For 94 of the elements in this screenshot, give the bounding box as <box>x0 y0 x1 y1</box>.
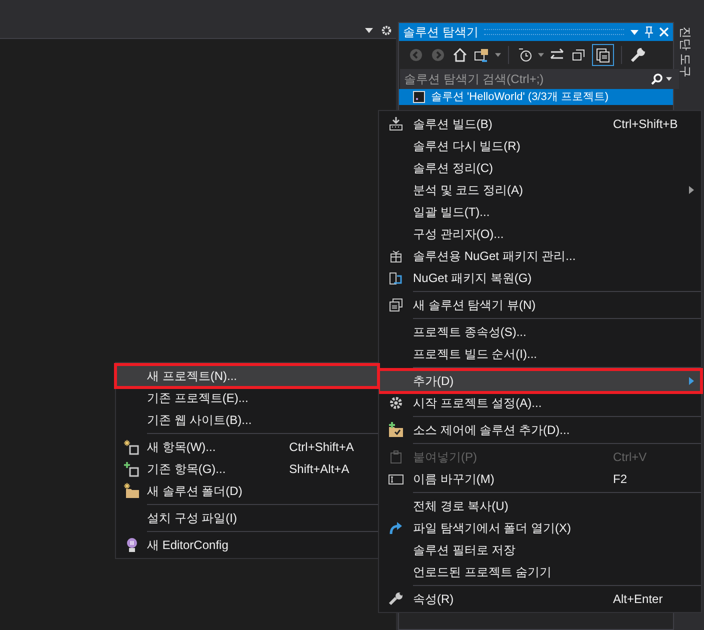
shortcut-text: Alt+Enter <box>613 592 663 606</box>
menu-item[interactable]: 설치 구성 파일(I) <box>116 507 378 529</box>
menu-item-label: 기존 웹 사이트(B)... <box>147 412 253 429</box>
search-field[interactable]: 솔루션 탐색기 검색(Ctrl+;) <box>400 69 679 89</box>
menu-item-label: 일괄 빌드(T)... <box>413 204 491 221</box>
folder-plus-icon <box>388 422 404 438</box>
menu-item[interactable]: 솔루션 빌드(B) Ctrl+Shift+B <box>379 113 701 135</box>
menu-item-label: 솔루션 정리(C) <box>413 160 494 177</box>
menu-item-label: 솔루션 필터로 저장 <box>413 542 517 559</box>
solution-icon <box>413 91 425 103</box>
submenu-arrow-icon <box>689 186 694 194</box>
menu-item-label: 새 솔루션 탐색기 뷰(N) <box>413 297 537 314</box>
menu-item[interactable]: 새 EditorConfig <box>116 534 378 556</box>
menu-item[interactable]: 전체 경로 복사(U) <box>379 495 701 517</box>
menu-item-label: 구성 관리자(O)... <box>413 226 505 243</box>
menu-item[interactable]: 소스 제어에 솔루션 추가(D)... <box>379 419 701 441</box>
menu-item[interactable]: 이름 바꾸기(M) F2 <box>379 468 701 490</box>
shortcut-text: Ctrl+Shift+A <box>289 440 354 454</box>
menu-item[interactable]: 새 솔루션 폴더(D) <box>116 480 378 502</box>
shortcut-text: Ctrl+Shift+B <box>613 117 678 131</box>
menu-item[interactable]: 솔루션 정리(C) <box>379 157 701 179</box>
menu-item[interactable]: 프로젝트 빌드 순서(I)... <box>379 343 701 365</box>
menu-item-label: 붙여넣기(P) <box>413 449 478 466</box>
menu-item[interactable]: 솔루션 다시 빌드(R) <box>379 135 701 157</box>
new-folder-icon <box>124 483 140 499</box>
menu-item[interactable]: 기존 프로젝트(E)... <box>116 387 378 409</box>
menu-item-label: 기존 항목(G)... <box>147 461 227 478</box>
menu-item-label: 시작 프로젝트 설정(A)... <box>413 395 543 412</box>
menu-item-label: 분석 및 코드 정리(A) <box>413 182 524 199</box>
dropdown-arrow-icon[interactable] <box>495 53 501 57</box>
menu-item[interactable]: 기존 웹 사이트(B)... <box>116 409 378 431</box>
clock-icon[interactable] <box>516 46 534 64</box>
menu-item[interactable]: 솔루션 필터로 저장 <box>379 539 701 561</box>
restore-icon <box>388 270 404 286</box>
tree-item-label: 솔루션 'HelloWorld' (3/3개 프로젝트) <box>431 90 609 105</box>
menu-item[interactable]: 속성(R) Alt+Enter <box>379 588 701 610</box>
menu-item[interactable]: 분석 및 코드 정리(A) <box>379 179 701 201</box>
gear-icon <box>388 395 404 411</box>
menu-item-label: 프로젝트 종속성(S)... <box>413 324 528 341</box>
menu-item-label: 솔루션 빌드(B) <box>413 116 494 133</box>
menu-item[interactable]: NuGet 패키지 복원(G) <box>379 267 701 289</box>
shortcut-text: F2 <box>613 472 628 486</box>
menu-item[interactable]: 추가(D) <box>379 370 701 392</box>
build-icon <box>388 116 404 132</box>
menu-item[interactable]: 기존 항목(G)... Shift+Alt+A <box>116 458 378 480</box>
menu-item-label: 소스 제어에 솔루션 추가(D)... <box>413 422 571 439</box>
dropdown-arrow-icon[interactable] <box>630 30 639 34</box>
panel-title: 솔루션 탐색기 <box>403 24 478 41</box>
home-icon[interactable] <box>451 46 469 64</box>
menu-item-label: 새 EditorConfig <box>147 537 230 554</box>
menu-item[interactable]: 언로드된 프로젝트 숨기기 <box>379 561 701 583</box>
dropdown-arrow-icon[interactable] <box>538 53 544 57</box>
menu-item[interactable]: 일괄 빌드(T)... <box>379 201 701 223</box>
curved-arrow-icon <box>388 520 404 536</box>
shortcut-text: Ctrl+V <box>613 450 647 464</box>
menu-item-label: 추가(D) <box>413 373 455 390</box>
menu-item-label: 전체 경로 복사(U) <box>413 498 510 515</box>
close-icon[interactable] <box>659 27 669 37</box>
pin-icon[interactable] <box>645 26 653 38</box>
menu-item[interactable]: 새 프로젝트(N)... <box>116 365 378 387</box>
gift-icon <box>388 248 404 264</box>
shortcut-text: Shift+Alt+A <box>289 462 350 476</box>
menu-item-label: 솔루션 다시 빌드(R) <box>413 138 522 155</box>
submenu-arrow-icon <box>689 377 694 385</box>
menu-item[interactable]: 새 항목(W)... Ctrl+Shift+A <box>116 436 378 458</box>
menu-item[interactable]: 솔루션용 NuGet 패키지 관리... <box>379 245 701 267</box>
gear-icon[interactable] <box>381 24 392 36</box>
side-tab[interactable]: 진단 도구 <box>677 26 695 78</box>
show-all-files-icon[interactable] <box>592 44 614 66</box>
menu-item-label: NuGet 패키지 복원(G) <box>413 270 533 287</box>
menu-item-label: 프로젝트 빌드 순서(I)... <box>413 346 538 363</box>
menu-item[interactable]: 구성 관리자(O)... <box>379 223 701 245</box>
menu-item-label: 언로드된 프로젝트 숨기기 <box>413 564 553 581</box>
windows-icon <box>388 297 404 313</box>
menu-item-label: 설치 구성 파일(I) <box>147 510 238 527</box>
tree-item[interactable]: 솔루션 'HelloWorld' (3/3개 프로젝트) <box>399 89 673 105</box>
menu-item-label: 속성(R) <box>413 591 455 608</box>
menu-item-label: 이름 바꾸기(M) <box>413 471 496 488</box>
menu-item-label: 솔루션용 NuGet 패키지 관리... <box>413 248 577 265</box>
menu-item-label: 새 솔루션 폴더(D) <box>147 483 244 500</box>
add-item-icon <box>124 461 140 477</box>
menu-item-label: 파일 탐색기에서 폴더 열기(X) <box>413 520 572 537</box>
menu-item-label: 새 항목(W)... <box>147 439 217 456</box>
wrench-icon[interactable] <box>629 46 647 64</box>
menu-item[interactable]: 시작 프로젝트 설정(A)... <box>379 392 701 414</box>
wrench-icon <box>388 591 404 607</box>
menu-item[interactable]: 프로젝트 종속성(S)... <box>379 321 701 343</box>
menu-item[interactable]: 파일 탐색기에서 폴더 열기(X) <box>379 517 701 539</box>
menu-item-label: 새 프로젝트(N)... <box>147 368 238 385</box>
menu-item[interactable]: 새 솔루션 탐색기 뷰(N) <box>379 294 701 316</box>
menu-item-label: 기존 프로젝트(E)... <box>147 390 250 407</box>
new-item-icon <box>124 439 140 455</box>
dropdown-arrow-icon[interactable] <box>365 28 373 32</box>
clipboard-icon <box>388 449 404 465</box>
